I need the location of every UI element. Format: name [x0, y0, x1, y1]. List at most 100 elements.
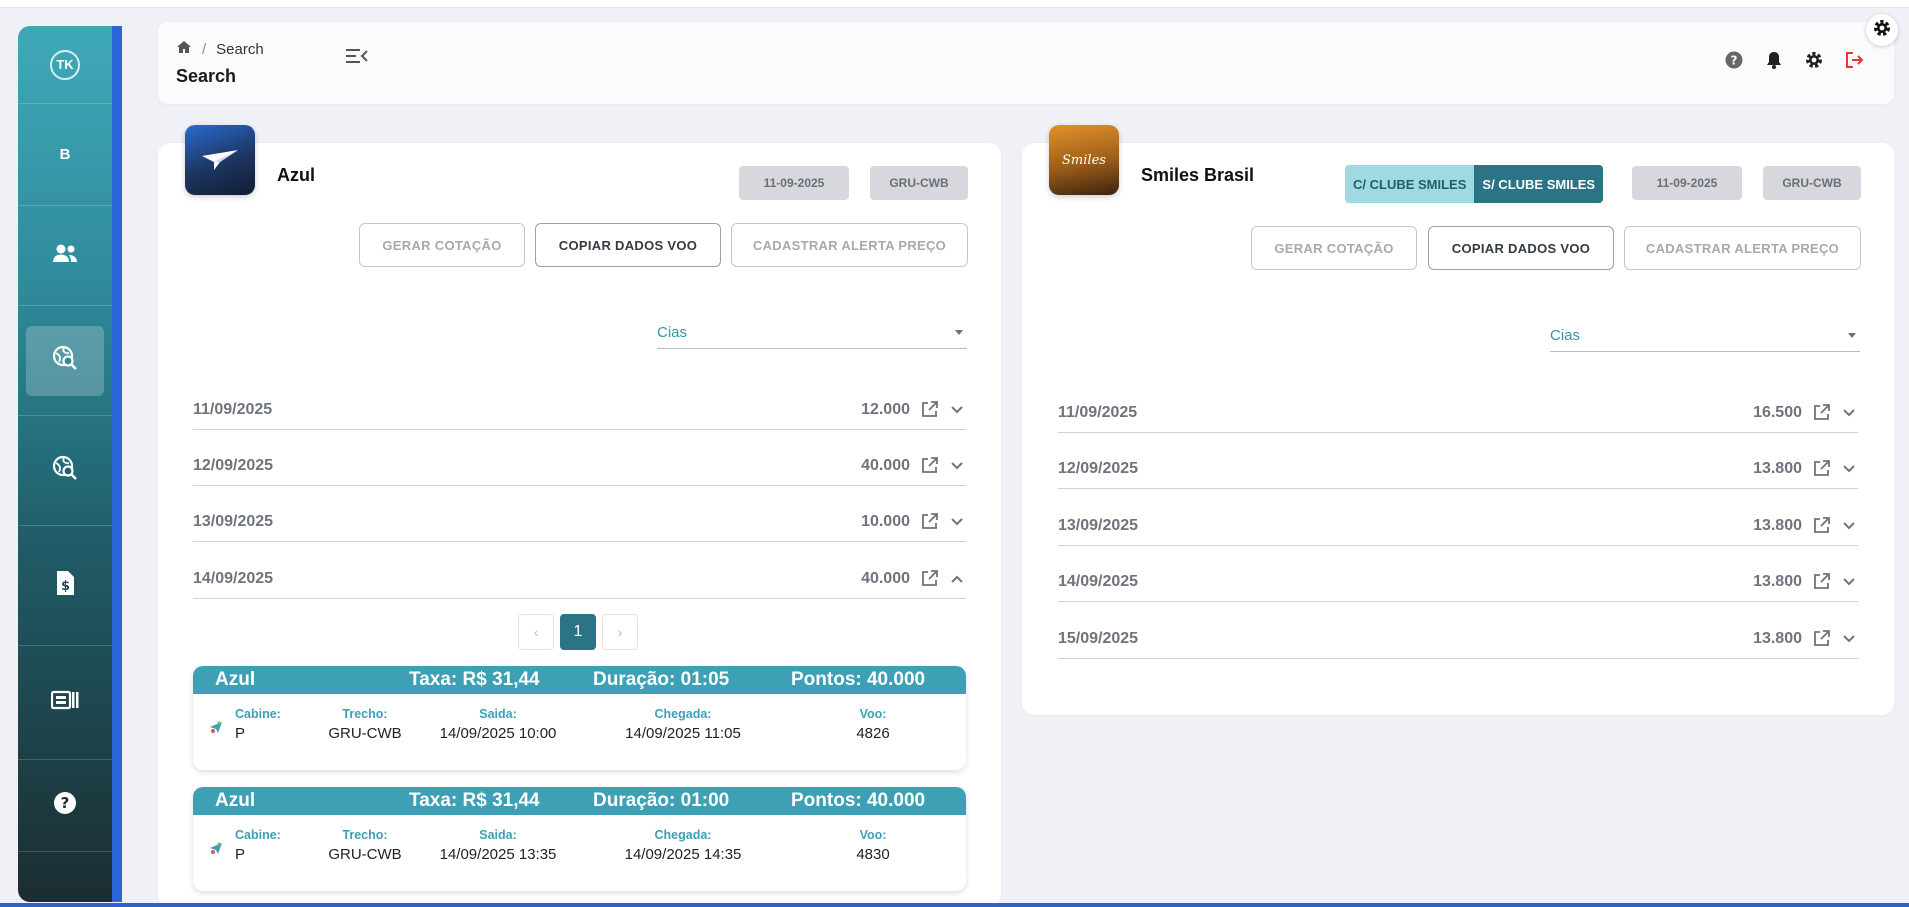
sidebar-item-search-2[interactable]	[18, 416, 112, 526]
chevron-down-icon[interactable]	[1840, 517, 1858, 535]
with-club-option[interactable]: C/ CLUBE SMILES	[1345, 165, 1475, 203]
cias-select-label: Cias	[657, 324, 688, 341]
price-alert-button[interactable]: CADASTRAR ALERTA PREÇO	[731, 223, 968, 267]
sidebar-logo[interactable]: TK	[18, 26, 112, 104]
date-row[interactable]: 11/09/2025 12.000	[193, 390, 966, 430]
external-link-icon[interactable]	[1812, 517, 1830, 535]
sidebar-item-reports[interactable]	[18, 646, 112, 760]
sidebar-item-b-label: B	[59, 146, 71, 163]
date-row[interactable]: 13/09/2025 13.800	[1058, 506, 1858, 546]
date-row[interactable]: 14/09/2025 13.800	[1058, 562, 1858, 602]
external-link-icon[interactable]	[920, 401, 938, 419]
copy-flight-data-button[interactable]: COPIAR DADOS VOO	[535, 223, 721, 267]
chevron-down-icon[interactable]	[948, 401, 966, 419]
flight-number-value: 4826	[856, 725, 890, 742]
smiles-results-card: Smiles Smiles Brasil C/ CLUBE SMILES S/ …	[1022, 125, 1894, 715]
date-chip[interactable]: 11-09-2025	[1632, 166, 1742, 200]
generate-quote-button[interactable]: GERAR COTAÇÃO	[1251, 226, 1417, 270]
bell-icon[interactable]	[1764, 50, 1784, 70]
users-icon	[52, 243, 78, 268]
date-row-points: 40.000	[861, 456, 910, 474]
date-row-expanded[interactable]: 14/09/2025 40.000	[193, 559, 966, 599]
generate-quote-button[interactable]: GERAR COTAÇÃO	[359, 223, 525, 267]
chevron-down-icon[interactable]	[948, 513, 966, 531]
gear-icon[interactable]	[1804, 50, 1824, 70]
chevron-down-icon	[1848, 333, 1856, 338]
arrival-label: Chegada:	[654, 828, 712, 842]
external-link-icon[interactable]	[920, 570, 938, 588]
logout-icon[interactable]	[1844, 50, 1864, 70]
flight-points: Pontos: 40.000	[791, 790, 926, 811]
cias-select[interactable]: Cias	[657, 317, 967, 349]
help-icon[interactable]: ?	[1724, 50, 1744, 70]
flight-route: Trecho: GRU-CWB	[319, 828, 411, 863]
price-alert-button[interactable]: CADASTRAR ALERTA PREÇO	[1624, 226, 1861, 270]
flight-number-value: 4830	[856, 846, 890, 863]
globe-search-icon	[52, 345, 78, 376]
flight-tax: Taxa: R$ 31,44	[409, 669, 540, 690]
flight-departure: Saida: 14/09/2025 13:35	[428, 828, 568, 863]
without-club-option[interactable]: S/ CLUBE SMILES	[1474, 165, 1604, 203]
date-row-points: 16.500	[1753, 403, 1802, 421]
cias-select-label: Cias	[1550, 327, 1581, 344]
copy-flight-data-button[interactable]: COPIAR DADOS VOO	[1428, 226, 1614, 270]
airline-name: Azul	[277, 165, 315, 185]
sidebar-item-search[interactable]	[18, 306, 112, 416]
chevron-down-icon[interactable]	[1840, 404, 1858, 422]
date-row-date: 15/09/2025	[1058, 629, 1139, 647]
date-row[interactable]: 15/09/2025 13.800	[1058, 619, 1858, 659]
flight-card[interactable]: Azul Taxa: R$ 31,44 Duração: 01:00 Ponto…	[193, 787, 966, 891]
floating-settings-button[interactable]	[1866, 14, 1898, 46]
route-chip[interactable]: GRU-CWB	[1763, 166, 1861, 200]
external-link-icon[interactable]	[920, 513, 938, 531]
cabin-value: P	[235, 846, 246, 863]
external-link-icon[interactable]	[1812, 404, 1830, 422]
chevron-down-icon[interactable]	[1840, 630, 1858, 648]
flight-card-body: Cabine: P Trecho: GRU-CWB Saida: 14/09/2…	[193, 815, 966, 891]
help-icon: ?	[53, 791, 77, 820]
flight-route: Trecho: GRU-CWB	[319, 707, 411, 742]
chevron-down-icon[interactable]	[1840, 460, 1858, 478]
date-row[interactable]: 12/09/2025 40.000	[193, 446, 966, 486]
external-link-icon[interactable]	[920, 457, 938, 475]
page-1-button[interactable]: 1	[560, 614, 596, 650]
sidebar-item-b[interactable]: B	[18, 104, 112, 206]
chevron-down-icon[interactable]	[1840, 573, 1858, 591]
flight-number-label: Voo:	[859, 707, 887, 721]
azul-results-card: Azul 11-09-2025 GRU-CWB GERAR COTAÇÃO CO…	[158, 125, 1001, 907]
date-row[interactable]: 12/09/2025 13.800	[1058, 449, 1858, 489]
sidebar-item-users[interactable]	[18, 206, 112, 306]
chevron-up-icon[interactable]	[948, 570, 966, 588]
sidebar-item-billing[interactable]: $	[18, 526, 112, 646]
home-icon[interactable]	[176, 40, 192, 58]
chevron-down-icon[interactable]	[948, 457, 966, 475]
cias-select[interactable]: Cias	[1550, 320, 1860, 352]
date-row[interactable]: 13/09/2025 10.000	[193, 502, 966, 542]
date-row[interactable]: 11/09/2025 16.500	[1058, 393, 1858, 433]
flight-airline: Azul	[215, 669, 256, 690]
date-chip[interactable]: 11-09-2025	[739, 166, 849, 200]
top-strip	[0, 0, 1909, 8]
flight-number-label: Voo:	[859, 828, 887, 842]
menu-collapse-icon[interactable]	[346, 48, 368, 69]
chevron-down-icon	[955, 330, 963, 335]
route-value: GRU-CWB	[328, 846, 402, 863]
flight-card[interactable]: Azul Taxa: R$ 31,44 Duração: 01:05 Ponto…	[193, 666, 966, 770]
departure-label: Saida:	[479, 707, 517, 721]
route-chip[interactable]: GRU-CWB	[870, 166, 968, 200]
airline-mini-icon	[209, 720, 223, 739]
flight-tax: Taxa: R$ 31,44	[409, 790, 540, 811]
prev-page-button[interactable]: ‹	[518, 614, 554, 650]
date-row-date: 14/09/2025	[193, 569, 274, 587]
external-link-icon[interactable]	[1812, 573, 1830, 591]
next-page-button[interactable]: ›	[602, 614, 638, 650]
flight-departure: Saida: 14/09/2025 10:00	[428, 707, 568, 742]
external-link-icon[interactable]	[1812, 630, 1830, 648]
airline-mini-icon	[209, 841, 223, 860]
flight-number: Voo: 4830	[843, 828, 903, 863]
gear-icon	[1872, 18, 1892, 43]
sidebar-item-help[interactable]: ?	[18, 760, 112, 852]
external-link-icon[interactable]	[1812, 460, 1830, 478]
dollar-document-icon: $	[55, 570, 75, 601]
breadcrumb-separator: /	[202, 40, 207, 58]
